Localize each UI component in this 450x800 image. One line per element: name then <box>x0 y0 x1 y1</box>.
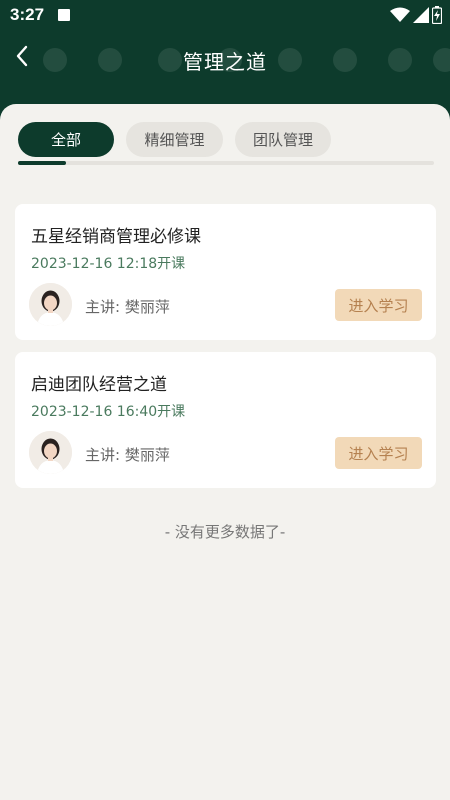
tab-all[interactable]: 全部 <box>18 122 114 157</box>
enter-study-button[interactable]: 进入学习 <box>335 289 422 321</box>
course-time: 2023-12-16 16:40开课 <box>31 404 186 420</box>
tab-bar: 全部 精细管理 团队管理 <box>18 122 331 157</box>
course-time: 2023-12-16 12:18开课 <box>31 256 186 272</box>
course-title: 五星经销商管理必修课 <box>31 227 201 247</box>
avatar <box>29 283 72 326</box>
signal-icon <box>413 7 429 23</box>
course-card[interactable]: 启迪团队经营之道 2023-12-16 16:40开课 主讲: 樊丽萍 进入学习 <box>15 352 436 488</box>
notification-a-icon <box>58 9 70 21</box>
lecturer-label: 主讲: 樊丽萍 <box>85 446 170 464</box>
course-title: 启迪团队经营之道 <box>31 375 167 395</box>
wifi-icon <box>390 7 410 22</box>
lecturer-avatar-image <box>29 283 72 326</box>
tab-indicator <box>18 161 66 165</box>
content-panel: 全部 精细管理 团队管理 五星经销商管理必修课 2023-12-16 12:18… <box>0 104 450 800</box>
tab-team-management[interactable]: 团队管理 <box>235 122 331 157</box>
course-card[interactable]: 五星经销商管理必修课 2023-12-16 12:18开课 主讲: 樊丽萍 进入… <box>15 204 436 340</box>
status-icons <box>390 6 442 24</box>
tab-indicator-track <box>18 161 434 165</box>
tab-fine-management[interactable]: 精细管理 <box>126 122 223 157</box>
lecturer-avatar-image <box>29 431 72 474</box>
lecturer-label: 主讲: 樊丽萍 <box>85 298 170 316</box>
avatar <box>29 431 72 474</box>
page-title: 管理之道 <box>183 50 267 74</box>
battery-icon <box>432 6 442 24</box>
no-more-data-text: - 没有更多数据了- <box>164 523 286 541</box>
status-time: 3:27 <box>10 5 45 24</box>
status-bar: 3:27 <box>0 0 450 30</box>
enter-study-button[interactable]: 进入学习 <box>335 437 422 469</box>
